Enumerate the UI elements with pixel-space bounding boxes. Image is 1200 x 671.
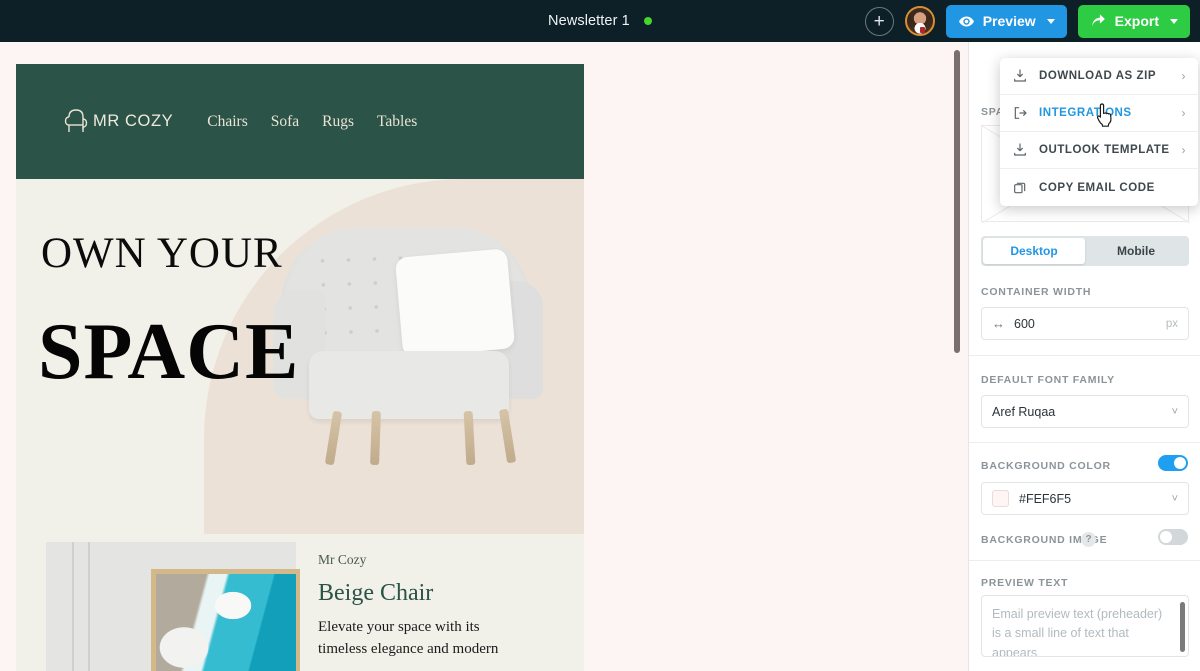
export-button-label: Export: [1114, 13, 1159, 29]
email-hero-block[interactable]: OWN YOUR SPACE: [16, 179, 584, 534]
font-family-value: Aref Ruqaa: [992, 404, 1056, 419]
armchair-icon: [64, 108, 88, 132]
email-canvas[interactable]: MR COZY Chairs Sofa Rugs Tables OWN YOUR: [0, 42, 968, 671]
container-width-unit: px: [1165, 317, 1178, 330]
container-width-value: 600: [1014, 316, 1035, 331]
chevron-right-icon: ›: [1181, 106, 1186, 120]
product-brand: Mr Cozy: [318, 552, 367, 567]
menu-item-label: COPY EMAIL CODE: [1039, 181, 1155, 194]
canvas-scrollbar[interactable]: [954, 50, 960, 353]
container-width-input[interactable]: ↔ 600 px: [981, 307, 1189, 340]
preview-button[interactable]: Preview: [945, 4, 1067, 38]
download-icon: [1014, 69, 1026, 82]
preview-text-scrollbar[interactable]: [1180, 602, 1185, 652]
product-description: Elevate your space with its timeless ele…: [318, 619, 499, 657]
nav-item-rugs[interactable]: Rugs: [322, 113, 354, 131]
hero-headline-line1: OWN YOUR: [41, 230, 283, 277]
export-button[interactable]: Export: [1077, 4, 1190, 38]
product-text: Mr Cozy Beige Chair Elevate your space w…: [300, 534, 584, 671]
email-product-block[interactable]: Mr Cozy Beige Chair Elevate your space w…: [16, 534, 584, 671]
document-title-text: Newsletter 1: [548, 13, 630, 29]
caret-down-icon: [1170, 18, 1178, 24]
chevron-right-icon: ›: [1181, 69, 1186, 83]
plus-icon: +: [873, 10, 885, 32]
device-tab-desktop[interactable]: Desktop: [983, 238, 1085, 264]
user-avatar[interactable]: [904, 6, 935, 36]
preview-text-input[interactable]: Email preview text (preheader) is a smal…: [981, 595, 1189, 657]
hero-headline-line2: SPACE: [38, 308, 300, 396]
email-nav: Chairs Sofa Rugs Tables: [207, 113, 417, 131]
add-button[interactable]: +: [864, 6, 894, 36]
background-color-select[interactable]: #FEF6F5 ˅: [981, 482, 1189, 515]
email-document[interactable]: MR COZY Chairs Sofa Rugs Tables OWN YOUR: [16, 64, 584, 671]
saved-status-dot: [643, 17, 652, 26]
chevron-right-icon: ›: [1181, 143, 1186, 157]
background-color-toggle[interactable]: [1158, 455, 1188, 471]
logout-arrow-icon: [1014, 107, 1027, 119]
hero-armchair-image: [259, 211, 559, 511]
background-image-toggle[interactable]: [1158, 529, 1188, 545]
document-title[interactable]: Newsletter 1: [548, 13, 652, 29]
font-family-select[interactable]: Aref Ruqaa ˅: [981, 395, 1189, 428]
brand-logo-text: MR COZY: [93, 112, 174, 130]
chevron-down-icon: ˅: [1171, 405, 1178, 418]
nav-item-chairs[interactable]: Chairs: [207, 113, 247, 131]
menu-item-download-as-zip[interactable]: DOWNLOAD AS ZIP ›: [1000, 58, 1198, 95]
menu-item-label: DOWNLOAD AS ZIP: [1039, 70, 1157, 82]
container-width-label: CONTAINER WIDTH: [981, 286, 1092, 298]
caret-down-icon: [1046, 18, 1055, 24]
preview-button-label: Preview: [982, 13, 1036, 29]
export-dropdown-menu: DOWNLOAD AS ZIP › INTEGRATIONS › OUTLOOK…: [1000, 58, 1198, 206]
background-color-label: BACKGROUND COLOR: [981, 460, 1111, 472]
nav-item-sofa[interactable]: Sofa: [271, 113, 299, 131]
product-image: [16, 534, 300, 671]
product-title: Beige Chair: [318, 580, 434, 606]
chevron-down-icon: ˅: [1171, 492, 1178, 505]
brand-logo[interactable]: MR COZY: [61, 106, 173, 138]
horizontal-arrows-icon: ↔: [992, 316, 1005, 331]
copy-icon: [1014, 182, 1026, 193]
top-toolbar: Newsletter 1 + Preview Export: [0, 0, 1200, 42]
preview-text-label: PREVIEW TEXT: [981, 577, 1069, 589]
color-swatch[interactable]: [992, 490, 1009, 507]
background-color-value: #FEF6F5: [1019, 491, 1072, 506]
menu-item-integrations[interactable]: INTEGRATIONS ›: [1000, 95, 1198, 132]
menu-item-outlook-template[interactable]: OUTLOOK TEMPLATE ›: [1000, 132, 1198, 169]
menu-item-label: INTEGRATIONS: [1039, 107, 1132, 119]
toolbar-actions: + Preview Export: [864, 0, 1190, 42]
font-family-label: DEFAULT FONT FAMILY: [981, 374, 1115, 386]
download-icon: [1014, 143, 1026, 156]
menu-item-label: OUTLOOK TEMPLATE: [1039, 144, 1170, 156]
device-toggle: Desktop Mobile: [981, 236, 1189, 266]
nav-item-tables[interactable]: Tables: [377, 113, 417, 131]
help-icon[interactable]: ?: [1081, 532, 1096, 547]
share-arrow-icon: [1091, 13, 1105, 26]
menu-item-copy-email-code[interactable]: COPY EMAIL CODE: [1000, 169, 1198, 206]
email-header-block[interactable]: MR COZY Chairs Sofa Rugs Tables: [16, 64, 584, 179]
eye-icon: [958, 16, 974, 26]
preview-text-placeholder: Email preview text (preheader) is a smal…: [992, 607, 1163, 657]
device-tab-mobile[interactable]: Mobile: [1085, 238, 1187, 264]
